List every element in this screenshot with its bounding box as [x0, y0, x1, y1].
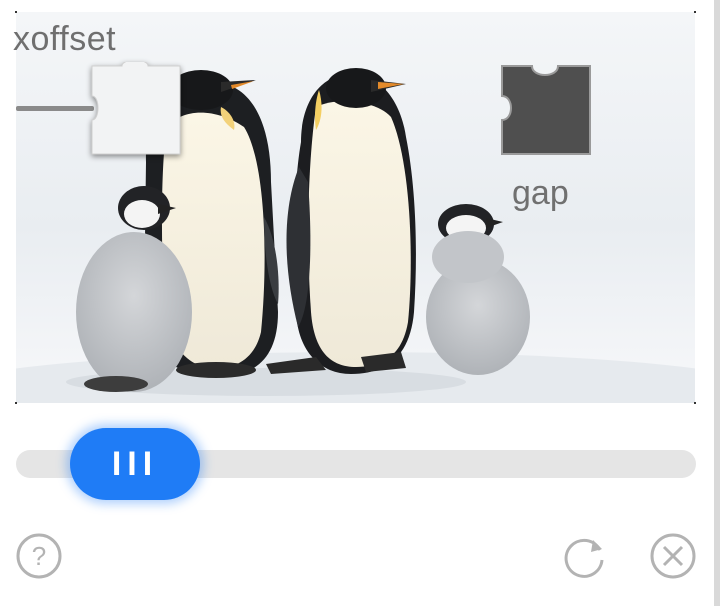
image-corner	[15, 11, 17, 13]
svg-text:?: ?	[32, 541, 46, 571]
window-edge	[714, 0, 720, 606]
image-corner	[694, 402, 696, 404]
xoffset-label: xoffset	[13, 20, 117, 58]
xoffset-indicator-line	[16, 106, 94, 111]
puzzle-gap	[498, 62, 594, 158]
slider-handle[interactable]: III	[70, 428, 200, 500]
gap-label: gap	[512, 174, 569, 212]
slider-handle-glyph: III	[111, 444, 159, 483]
refresh-icon	[564, 538, 604, 578]
close-button[interactable]	[649, 532, 697, 580]
image-corner	[694, 11, 696, 13]
puzzle-piece[interactable]	[88, 59, 184, 158]
help-button[interactable]: ?	[15, 532, 63, 580]
help-icon: ?	[16, 533, 62, 579]
image-corner	[15, 402, 17, 404]
refresh-button[interactable]	[560, 532, 608, 580]
close-icon	[650, 533, 696, 579]
